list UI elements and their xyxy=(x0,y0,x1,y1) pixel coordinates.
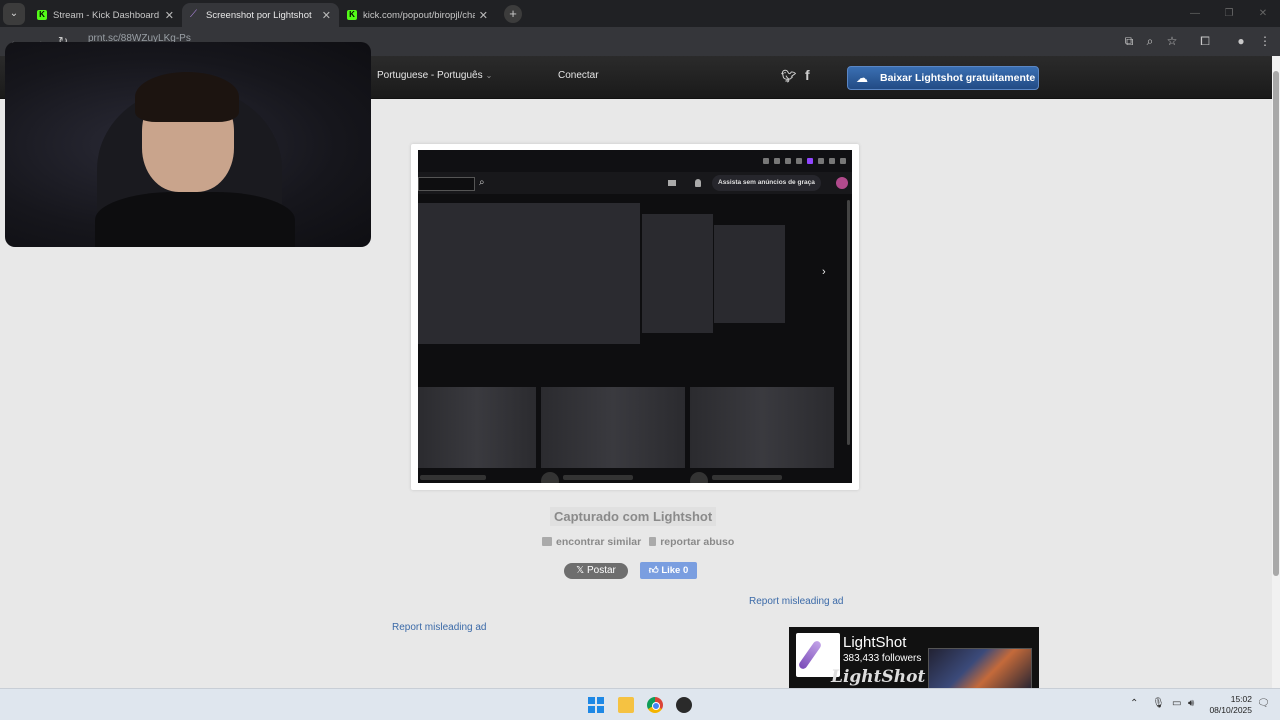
clock-date: 08/10/2025 xyxy=(1209,705,1252,715)
network-icon[interactable]: ▭ xyxy=(1172,698,1181,709)
report-misleading-ad-link[interactable]: Report misleading ad xyxy=(392,622,487,633)
speaker-icon[interactable]: 🔊︎ xyxy=(1188,698,1194,709)
like-button-label: Like xyxy=(661,565,681,576)
notification-icon[interactable]: 🗨︎ xyxy=(1257,698,1270,709)
screenshot-search-box xyxy=(418,177,475,191)
screenshot-camera-icon xyxy=(668,180,676,186)
scrollbar-thumb[interactable] xyxy=(1273,71,1279,576)
profile-avatar[interactable]: ● xyxy=(1234,34,1248,48)
ad-page-name[interactable]: LightShot xyxy=(843,634,906,651)
find-similar-link[interactable]: encontrar similar xyxy=(542,536,641,548)
screenshot-line xyxy=(563,475,633,480)
windows-taskbar: ⌃ 🎙︎ ▭ 🔊︎ 15:02 08/10/2025 🗨︎ xyxy=(0,688,1280,720)
menu-dots-icon[interactable]: ⋮ xyxy=(1258,34,1272,48)
screenshot-nav-bar: ⌕ Assista sem anúncios de graça xyxy=(418,172,852,194)
thumbs-up-icon: 👍︎ xyxy=(648,565,662,576)
windows-start-icon[interactable] xyxy=(588,697,604,713)
download-button[interactable]: ☁ Baixar Lightshot gratuitamente xyxy=(847,66,1039,90)
cloud-download-icon: ☁ xyxy=(856,71,868,85)
tab-title: Screenshot por Lightshot xyxy=(206,9,312,21)
streamer-hair xyxy=(135,72,239,122)
close-tab-icon[interactable]: ✕ xyxy=(322,9,331,22)
clock-time: 15:02 xyxy=(1230,694,1252,704)
connect-link[interactable]: Conectar xyxy=(558,70,599,81)
close-window-icon[interactable]: ✕ xyxy=(1246,0,1280,27)
microphone-icon[interactable]: 🎙︎ xyxy=(1152,698,1165,709)
captured-with-lightshot: Capturado com Lightshot xyxy=(550,507,717,526)
x-post-button[interactable]: 𝕏 Postar xyxy=(564,563,628,579)
obs-icon[interactable] xyxy=(676,697,692,713)
ad-logo-text: LightShot xyxy=(831,667,926,687)
tab-kick-chat[interactable]: K kick.com/popout/biropjl/chat ✕ xyxy=(339,3,496,27)
screenshot-ads-badge: Assista sem anúncios de graça xyxy=(712,175,821,191)
screenshot-scrollbar xyxy=(847,200,850,445)
screenshot-dot xyxy=(690,472,708,483)
extensions-icon[interactable]: ⧠ xyxy=(1198,34,1212,48)
post-button-label: Postar xyxy=(586,565,616,576)
chevron-up-icon[interactable]: ⌃ xyxy=(1130,698,1138,709)
streamer-body xyxy=(95,192,295,247)
bookmark-star-icon[interactable]: ☆ xyxy=(1165,34,1179,48)
screenshot-frame: ⌕ Assista sem anúncios de graça › xyxy=(411,144,859,490)
screenshot-avatar xyxy=(836,177,848,189)
tab-strip: ⌄ K Stream - Kick Dashboard ✕ ⟋ Screensh… xyxy=(0,0,1280,27)
maximize-icon[interactable]: ❐ xyxy=(1212,0,1246,27)
facebook-page-ad[interactable]: LightShot 383,433 followers LightShot xyxy=(789,627,1039,688)
report-abuse-label: reportar abuso xyxy=(660,536,735,548)
screenshot-featured-video xyxy=(418,203,640,344)
screenshot-actions: encontrar similar reportar abuso xyxy=(542,536,734,548)
report-icon xyxy=(649,537,657,546)
screenshot-image[interactable]: ⌕ Assista sem anúncios de graça › xyxy=(418,150,852,483)
screenshot-carousel-item xyxy=(714,225,785,323)
kick-favicon-icon: K xyxy=(347,10,357,20)
screenshot-card xyxy=(541,387,685,468)
report-misleading-ad-link[interactable]: Report misleading ad xyxy=(749,596,844,607)
tab-lightshot[interactable]: ⟋ Screenshot por Lightshot ✕ xyxy=(182,3,339,27)
ad-cover-image xyxy=(928,648,1032,688)
screenshot-top-bar xyxy=(418,150,852,172)
find-similar-label: encontrar similar xyxy=(556,536,642,548)
x-logo-icon: 𝕏 xyxy=(576,565,587,576)
screenshot-line xyxy=(420,475,486,480)
window-controls: — ❐ ✕ xyxy=(1178,0,1280,27)
close-tab-icon[interactable]: ✕ xyxy=(165,9,174,22)
download-button-label: Baixar Lightshot gratuitamente xyxy=(880,72,1036,84)
facebook-like-button[interactable]: 👍︎ Like 0 xyxy=(640,562,697,579)
report-abuse-link[interactable]: reportar abuso xyxy=(649,536,734,548)
new-tab-button[interactable]: + xyxy=(504,4,522,23)
screenshot-carousel-item xyxy=(642,214,713,333)
system-clock[interactable]: 15:02 08/10/2025 xyxy=(1208,694,1252,716)
camera-icon xyxy=(542,537,552,546)
tab-search-button[interactable]: ⌄ xyxy=(3,2,25,25)
file-explorer-icon[interactable] xyxy=(618,697,634,713)
zoom-icon[interactable]: ⌕ xyxy=(1143,34,1157,48)
screenshot-chevron-right-icon: › xyxy=(822,266,826,278)
screenshot-search-icon: ⌕ xyxy=(479,177,485,188)
screenshot-dot xyxy=(541,472,559,483)
screenshot-line xyxy=(712,475,782,480)
tab-title: kick.com/popout/biropjl/chat xyxy=(363,9,475,21)
like-count: 0 xyxy=(682,565,689,576)
ad-followers: 383,433 followers xyxy=(843,653,922,664)
close-tab-icon[interactable]: ✕ xyxy=(479,9,488,22)
webcam-overlay xyxy=(5,42,371,247)
tab-kick-dashboard[interactable]: K Stream - Kick Dashboard ✕ xyxy=(29,3,182,27)
screenshot-card xyxy=(418,387,536,468)
kick-favicon-icon: K xyxy=(37,10,47,20)
chrome-icon[interactable] xyxy=(647,697,663,713)
page-scrollbar[interactable] xyxy=(1272,56,1280,688)
tab-title: Stream - Kick Dashboard xyxy=(53,9,160,21)
screenshot-card xyxy=(690,387,834,468)
minimize-icon[interactable]: — xyxy=(1178,0,1212,27)
language-select[interactable]: Portuguese - Português ⌄ xyxy=(377,70,492,81)
install-app-icon[interactable]: ⧉ xyxy=(1122,34,1136,48)
facebook-icon[interactable]: f xyxy=(805,67,810,83)
twitter-icon[interactable]: 🐦︎ xyxy=(781,69,796,83)
screenshot-bell-icon xyxy=(695,179,701,187)
language-label: Portuguese - Português xyxy=(377,70,483,81)
lightshot-feather-icon: ⟋ xyxy=(190,9,197,20)
chevron-down-icon: ⌄ xyxy=(485,71,493,80)
screenshot-top-icons xyxy=(763,158,846,164)
